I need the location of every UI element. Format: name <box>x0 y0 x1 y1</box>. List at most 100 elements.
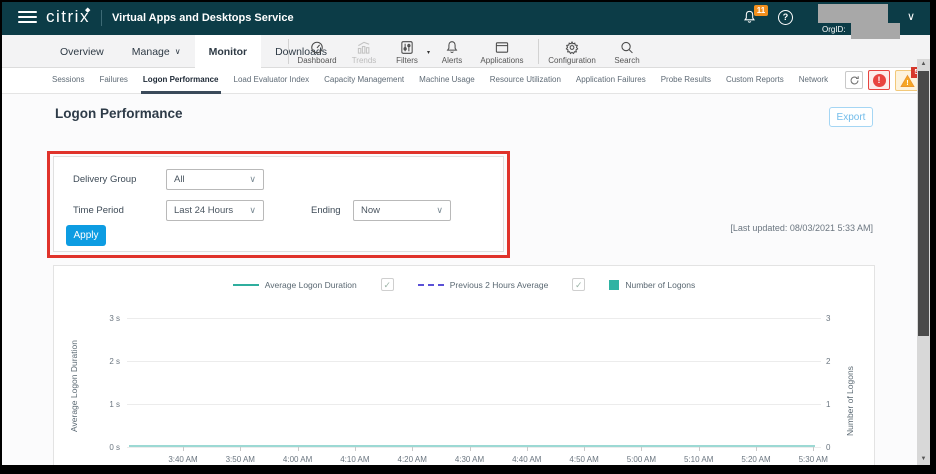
ending-dropdown[interactable]: Now ∨ <box>353 200 451 221</box>
gridline <box>127 361 821 362</box>
tab-logon-performance[interactable]: Logon Performance <box>141 68 221 94</box>
x-tick-mark <box>298 447 299 451</box>
toolbar-filters-label: Filters <box>396 56 418 65</box>
tab-failures[interactable]: Failures <box>97 68 129 94</box>
prev2h-checkbox[interactable]: ✓ <box>572 278 585 291</box>
vertical-scrollbar[interactable]: ▲ ▼ <box>917 59 930 465</box>
toolbar-alerts-button[interactable]: Alerts <box>434 37 470 67</box>
y-tick-right: 2 <box>826 357 846 366</box>
delivery-group-label: Delivery Group <box>73 174 136 185</box>
x-tick-mark <box>641 447 642 451</box>
x-tick-mark <box>183 447 184 451</box>
tab-load-evaluator-index[interactable]: Load Evaluator Index <box>232 68 312 94</box>
x-tick-label: 5:10 AM <box>673 455 725 464</box>
logon-performance-chart-panel: Average Logon Duration ✓ Previous 2 Hour… <box>53 265 875 465</box>
chevron-down-icon: ∨ <box>249 205 256 216</box>
x-tick-label: 4:40 AM <box>501 455 553 464</box>
toolbar-dashboard-label: Dashboard <box>297 56 336 65</box>
toolbar-configuration-button[interactable]: Configuration <box>543 37 601 67</box>
toolbar-alerts-label: Alerts <box>442 56 462 65</box>
time-period-label: Time Period <box>73 205 124 216</box>
hamburger-menu-icon[interactable] <box>18 11 37 25</box>
svg-text:!: ! <box>906 78 908 87</box>
time-period-value: Last 24 Hours <box>174 205 233 216</box>
y-tick-right: 3 <box>826 314 846 323</box>
toolbar-applications-button[interactable]: Applications <box>474 37 530 67</box>
apply-button[interactable]: Apply <box>66 225 106 246</box>
legend-avg-logon: Average Logon Duration <box>233 280 357 290</box>
gridline <box>127 447 821 448</box>
y-tick-right: 0 <box>826 443 846 452</box>
x-tick-mark <box>470 447 471 451</box>
x-tick-mark <box>756 447 757 451</box>
citrix-logo: citrix <box>46 7 90 27</box>
app-window: citrix ◆ Virtual Apps and Desktops Servi… <box>2 2 930 465</box>
filters-caret-icon[interactable]: ▾ <box>427 49 430 56</box>
purple-dashed-swatch <box>418 284 444 286</box>
y-axis-left-label: Average Logon Duration <box>68 311 80 461</box>
nav-divider <box>288 39 289 64</box>
nav-item-manage[interactable]: Manage∨ <box>118 35 195 68</box>
orgid-label: OrgID: <box>822 25 846 34</box>
chart-legend: Average Logon Duration ✓ Previous 2 Hour… <box>54 278 874 291</box>
tab-probe-results[interactable]: Probe Results <box>659 68 713 94</box>
nav-item-overview[interactable]: Overview <box>46 35 118 68</box>
nav-divider-2 <box>538 39 539 64</box>
y-tick-left: 3 s <box>84 314 120 323</box>
account-chevron-down-icon[interactable]: ∨ <box>907 10 915 23</box>
toolbar-trends-label: Trends <box>352 56 377 65</box>
ending-value: Now <box>361 205 380 216</box>
product-name: Virtual Apps and Desktops Service <box>112 12 294 24</box>
y-tick-left: 0 s <box>84 443 120 452</box>
tab-network[interactable]: Network <box>797 68 830 94</box>
x-tick-label: 4:00 AM <box>272 455 324 464</box>
tab-custom-reports[interactable]: Custom Reports <box>724 68 786 94</box>
username-redacted <box>818 4 888 23</box>
export-button[interactable]: Export <box>829 107 873 127</box>
y-tick-right: 1 <box>826 400 846 409</box>
tab-resource-utilization[interactable]: Resource Utilization <box>488 68 563 94</box>
nav-item-label: Overview <box>60 46 104 58</box>
x-tick-mark <box>813 447 814 451</box>
x-tick-mark <box>240 447 241 451</box>
scroll-up-arrow[interactable]: ▲ <box>917 59 930 70</box>
toolbar-filters-button[interactable]: Filters <box>390 37 424 67</box>
toolbar-dashboard-button[interactable]: Dashboard <box>296 37 338 67</box>
tab-sessions[interactable]: Sessions <box>50 68 86 94</box>
toolbar-search-button[interactable]: Search <box>605 37 649 67</box>
toolbar-trends-button[interactable]: Trends <box>344 37 384 67</box>
monitor-tabs-bar: Sessions Failures Logon Performance Load Ev… <box>2 68 930 94</box>
logo-divider <box>101 10 102 26</box>
help-icon[interactable]: ? <box>778 10 793 25</box>
notification-count-badge: 11 <box>754 5 768 16</box>
warning-alerts-button[interactable]: ! 5 <box>895 70 919 91</box>
x-tick-mark <box>584 447 585 451</box>
nav-item-label: Monitor <box>209 46 248 58</box>
avg-logon-checkbox[interactable]: ✓ <box>381 278 394 291</box>
nav-item-monitor[interactable]: Monitor <box>195 35 262 68</box>
tab-capacity-management[interactable]: Capacity Management <box>322 68 406 94</box>
tab-application-failures[interactable]: Application Failures <box>574 68 648 94</box>
scroll-down-arrow[interactable]: ▼ <box>917 454 930 465</box>
x-tick-mark <box>527 447 528 451</box>
tab-machine-usage[interactable]: Machine Usage <box>417 68 477 94</box>
delivery-group-dropdown[interactable]: All ∨ <box>166 169 264 190</box>
x-tick-label: 5:00 AM <box>615 455 667 464</box>
filter-panel: Delivery Group All ∨ Time Period Last 24… <box>53 156 504 252</box>
x-tick-label: 4:50 AM <box>558 455 610 464</box>
refresh-button[interactable] <box>845 71 863 89</box>
x-tick-label: 4:30 AM <box>444 455 496 464</box>
scrollbar-thumb[interactable] <box>918 71 929 336</box>
ending-label: Ending <box>311 205 341 216</box>
critical-alert-button[interactable]: ! <box>868 70 890 90</box>
time-period-dropdown[interactable]: Last 24 Hours ∨ <box>166 200 264 221</box>
citrix-logo-accent: ◆ <box>85 6 90 14</box>
nav-item-label: Manage <box>132 46 170 58</box>
top-bar: citrix ◆ Virtual Apps and Desktops Servi… <box>2 2 930 35</box>
legend-prev2h: Previous 2 Hours Average <box>418 280 549 290</box>
page-title: Logon Performance <box>55 106 183 121</box>
toolbar-configuration-label: Configuration <box>548 56 596 65</box>
monitor-tabs: Sessions Failures Logon Performance Load Ev… <box>50 68 830 94</box>
teal-square-swatch <box>609 280 619 290</box>
teal-line-swatch <box>233 284 259 286</box>
